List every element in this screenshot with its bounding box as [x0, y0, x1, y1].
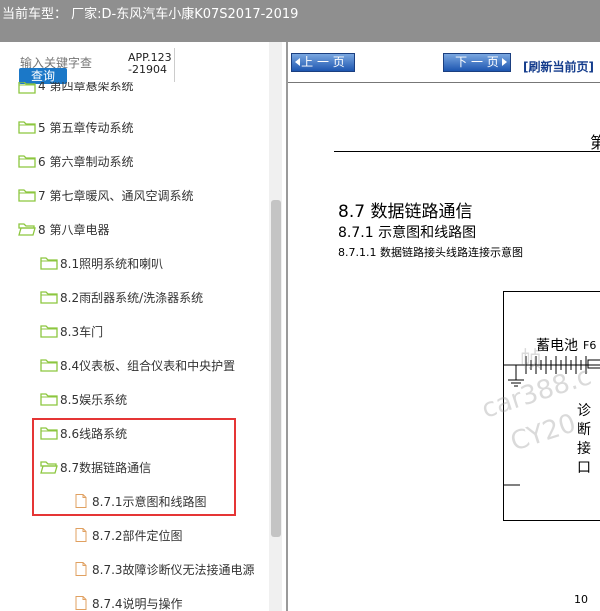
- folder-icon: [40, 256, 58, 270]
- document-icon: [72, 596, 90, 610]
- tree-item-label: 8.7.4说明与操作: [92, 596, 183, 611]
- tree-folder-item[interactable]: 8.3车门: [40, 320, 103, 342]
- next-page-label: 下 一 页: [455, 55, 499, 69]
- chapter-heading: 第: [590, 133, 600, 152]
- tree-item-label: 8 第八章电器: [38, 222, 110, 237]
- folder-icon: [40, 290, 58, 304]
- tree-item-label: 8.4仪表板、组合仪表和中央护置: [60, 358, 236, 373]
- tree-item-label: 4 第四章悬架系统: [38, 82, 134, 93]
- tree-item-label: 8.5娱乐系统: [60, 392, 128, 407]
- tree-document-item[interactable]: 8.7.2部件定位图: [72, 524, 183, 546]
- document-toolbar: 上 一 页 下 一 页 [刷新当前页]: [288, 42, 600, 83]
- folder-icon: [40, 392, 58, 406]
- tree-folder-item[interactable]: 4 第四章悬架系统: [18, 82, 133, 94]
- document-icon: [72, 562, 90, 576]
- top-header-bar: 当前车型： 厂家:D-东风汽车小康K07S2017-2019: [0, 0, 600, 42]
- tree-item-label: 8.3车门: [60, 324, 104, 339]
- tree-folder-item[interactable]: 8.5娱乐系统: [40, 388, 127, 410]
- refresh-page-link[interactable]: [刷新当前页]: [523, 58, 594, 75]
- tree-scrollbar-thumb[interactable]: [271, 200, 281, 537]
- diag-connector-char: 接: [577, 441, 591, 457]
- tree-item-label: 6 第六章制动系统: [38, 154, 134, 169]
- tree-folder-item[interactable]: 7 第七章暖风、通风空调系统: [18, 184, 193, 206]
- tree-folder-item[interactable]: 8.1照明系统和喇叭: [40, 252, 163, 274]
- folder-icon: [18, 82, 36, 94]
- next-page-button[interactable]: 下 一 页: [443, 53, 511, 72]
- diag-connector-char: 诊: [577, 403, 591, 419]
- document-page: 第 8.7 数据链路通信 8.7.1 示意图和线路图 8.7.1.1 数据链路接…: [288, 83, 600, 611]
- tree-document-item[interactable]: 8.7.4说明与操作: [72, 592, 183, 611]
- app-code-label: APP.123-21904: [128, 51, 172, 76]
- diag-connector-char: 口: [577, 460, 591, 476]
- folder-icon: [18, 154, 36, 168]
- diag-connector-char: 断: [577, 422, 591, 438]
- tree-folder-item[interactable]: 5 第五章传动系统: [18, 116, 133, 138]
- page-number: 10: [574, 593, 588, 606]
- previous-page-label: 上 一 页: [301, 55, 345, 69]
- highlight-box: [32, 418, 236, 516]
- tree-item-label: 8.2雨刮器系统/洗涤器系统: [60, 290, 204, 305]
- tree-folder-item[interactable]: 8.4仪表板、组合仪表和中央护置: [40, 354, 235, 376]
- left-nav-panel: 查询 APP.123-21904 4 第四章悬架系统5 第五章传动系统6 第六章…: [0, 42, 286, 611]
- tree-item-label: 8.7.3故障诊断仪无法接通电源: [92, 562, 255, 577]
- battery-label: 蓄电池: [536, 338, 578, 354]
- folder-icon: [40, 324, 58, 338]
- tree-folder-item[interactable]: 8.2雨刮器系统/洗涤器系统: [40, 286, 203, 308]
- previous-page-button[interactable]: 上 一 页: [291, 53, 355, 72]
- tree-item-label: 5 第五章传动系统: [38, 120, 134, 135]
- folder-open-icon: [18, 222, 36, 236]
- tree-document-item[interactable]: 8.7.3故障诊断仪无法接通电源: [72, 558, 255, 580]
- heading-rule: [334, 151, 600, 152]
- tree-item-label: 7 第七章暖风、通风空调系统: [38, 188, 194, 203]
- subsubsection-title: 8.7.1.1 数据链路接头线路连接示意图: [338, 246, 523, 259]
- folder-icon: [40, 358, 58, 372]
- search-divider: [174, 48, 175, 82]
- document-icon: [72, 528, 90, 542]
- section-title: 8.7 数据链路通信: [338, 202, 473, 222]
- folder-icon: [18, 188, 36, 202]
- fuse-label: F6: [583, 339, 597, 352]
- tree-folder-item[interactable]: 8 第八章电器: [18, 218, 109, 240]
- arrow-right-icon: [502, 58, 507, 66]
- document-panel: 上 一 页 下 一 页 [刷新当前页] 第 8.7 数据链路通信 8.7.1 示…: [288, 42, 600, 611]
- subsection-title: 8.7.1 示意图和线路图: [338, 225, 477, 241]
- tree-folder-item[interactable]: 6 第六章制动系统: [18, 150, 133, 172]
- tree-item-label: 8.1照明系统和喇叭: [60, 256, 164, 271]
- tree-item-label: 8.7.2部件定位图: [92, 528, 183, 543]
- folder-icon: [18, 120, 36, 134]
- current-vehicle-title: 当前车型： 厂家:D-东风汽车小康K07S2017-2019: [2, 7, 299, 22]
